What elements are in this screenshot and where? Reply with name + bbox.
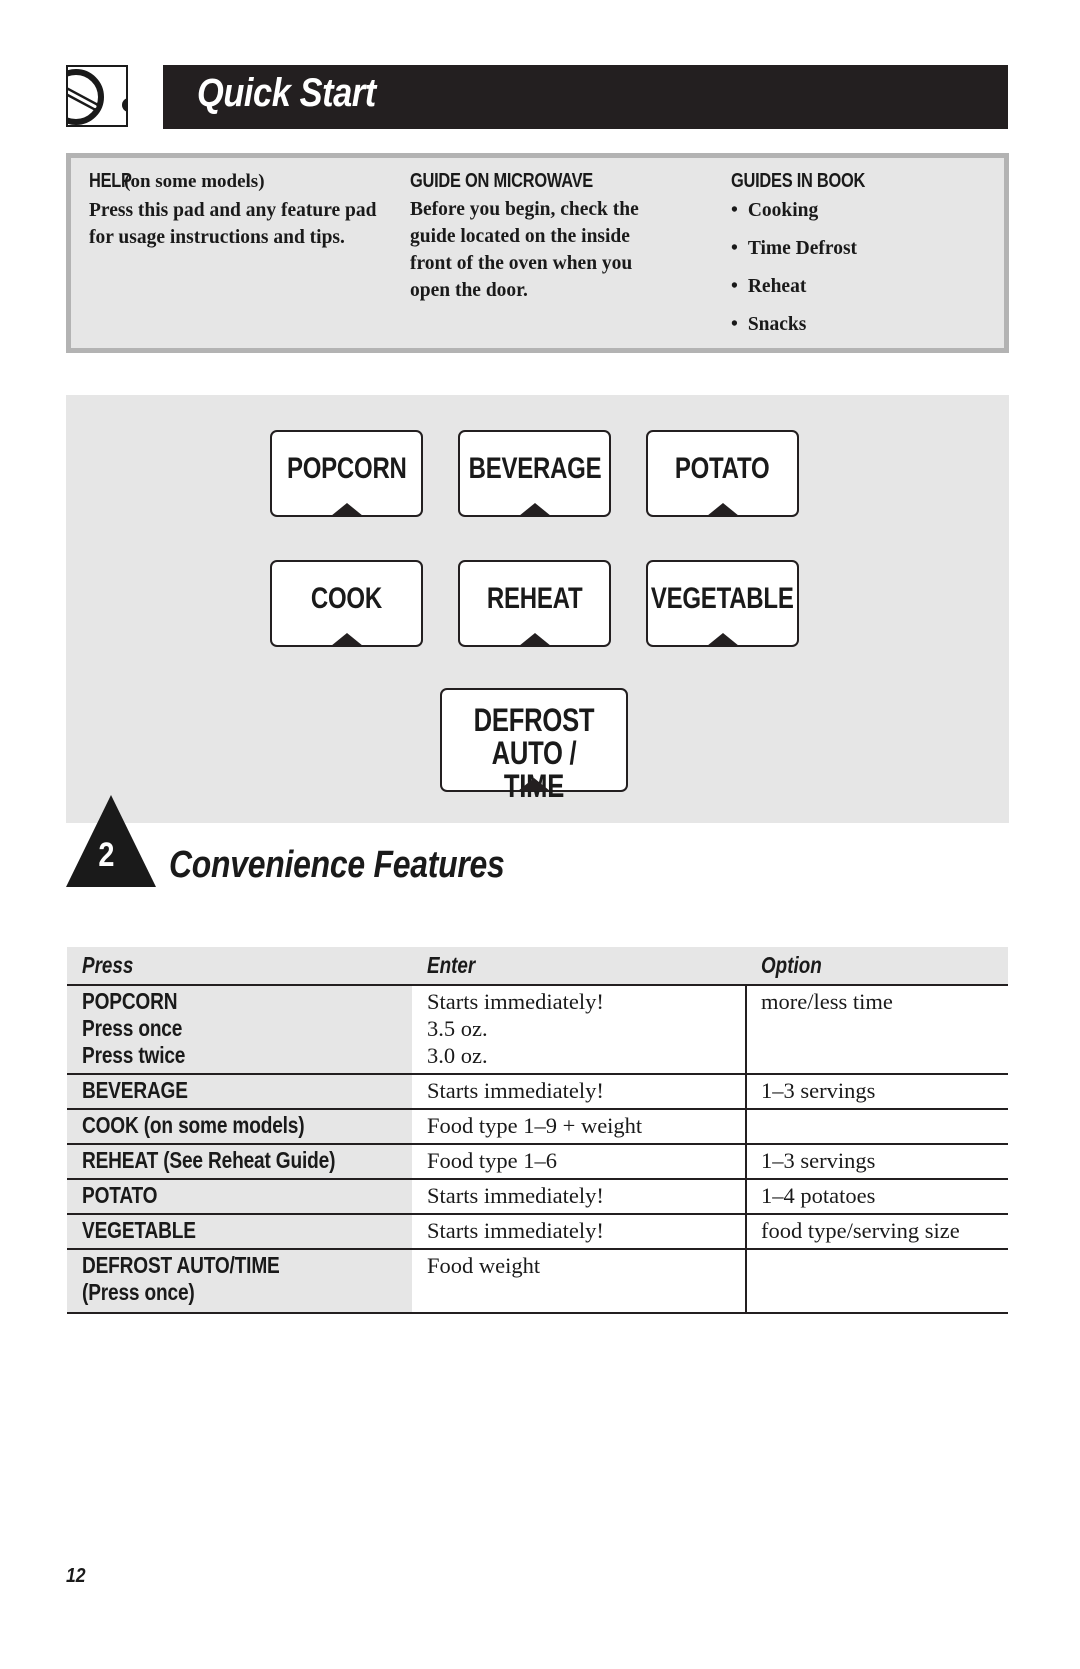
option-cell: 1–4 potatoes xyxy=(746,1179,1008,1215)
guides-in-book-heading: GUIDES IN BOOK xyxy=(731,170,866,192)
table-row: REHEAT (See Reheat Guide) Food type 1–6 … xyxy=(67,1144,1008,1180)
key-indicator-icon xyxy=(518,778,550,791)
option-cell xyxy=(746,1109,1008,1145)
enter-cell: Starts immediately! 3.5 oz. 3.0 oz. xyxy=(412,985,747,1075)
help-body: Press this pad and any feature pad for u… xyxy=(89,200,377,248)
key-indicator-icon xyxy=(706,633,739,646)
list-item: Cooking xyxy=(731,192,1001,230)
key-indicator-icon xyxy=(706,503,739,516)
guides-in-book-section: GUIDES IN BOOK Cooking Time Defrost Rehe… xyxy=(731,166,1001,344)
table-row: POPCORN Press once Press twice Starts im… xyxy=(67,985,1008,1075)
potato-key[interactable]: POTATO xyxy=(646,430,799,517)
help-heading: HELP xyxy=(89,170,132,192)
key-indicator-icon xyxy=(518,503,551,516)
option-cell xyxy=(746,1249,1008,1314)
press-cell: COOK (on some models) xyxy=(67,1109,412,1145)
column-header-option: Option xyxy=(746,947,1008,986)
help-heading-note: (on some models) xyxy=(124,171,265,192)
list-item: Snacks xyxy=(731,306,1001,344)
help-section: HELP (on some models) Press this pad and… xyxy=(89,166,389,251)
press-cell: DEFROST AUTO/TIME (Press once) xyxy=(67,1249,412,1314)
guide-on-microwave-body: Before you begin, check the guide locate… xyxy=(410,199,639,301)
guides-in-book-list: Cooking Time Defrost Reheat Snacks xyxy=(731,192,1001,344)
option-cell: 1–3 servings xyxy=(746,1074,1008,1110)
press-cell: POTATO xyxy=(67,1179,412,1215)
defrost-auto-time-key[interactable]: DEFROST AUTO / TIME xyxy=(440,688,628,803)
popcorn-key[interactable]: POPCORN xyxy=(270,430,423,517)
press-cell: REHEAT (See Reheat Guide) xyxy=(67,1144,412,1180)
option-cell: food type/serving size xyxy=(746,1214,1008,1250)
convenience-features-table: Press Enter Option POPCORN Press once Pr… xyxy=(67,947,1008,1314)
reheat-key[interactable]: REHEAT xyxy=(458,560,611,647)
table-header-row: Press Enter Option xyxy=(67,947,1008,986)
option-cell: 1–3 servings xyxy=(746,1144,1008,1180)
table-row: VEGETABLE Starts immediately! food type/… xyxy=(67,1214,1008,1250)
info-box: HELP (on some models) Press this pad and… xyxy=(66,153,1009,353)
key-indicator-icon xyxy=(330,503,363,516)
key-indicator-icon xyxy=(330,633,363,646)
keypad-panel: POPCORN BEVERAGE POTATO COOK REHEAT VEGE… xyxy=(66,395,1009,823)
key-label-line1: DEFROST xyxy=(473,702,595,738)
enter-cell: Food type 1–9 + weight xyxy=(412,1109,747,1145)
vegetable-key[interactable]: VEGETABLE xyxy=(646,560,799,647)
press-cell: VEGETABLE xyxy=(67,1214,412,1250)
page-number: 12 xyxy=(66,1565,86,1587)
enter-cell: Food type 1–6 xyxy=(412,1144,747,1180)
table-row: DEFROST AUTO/TIME (Press once) Food weig… xyxy=(67,1249,1008,1314)
page-title-bar: Quick Start xyxy=(163,65,1008,129)
key-label: COOK xyxy=(310,582,383,615)
beverage-key[interactable]: BEVERAGE xyxy=(458,430,611,517)
key-label: BEVERAGE xyxy=(468,452,601,485)
table-row: BEVERAGE Starts immediately! 1–3 serving… xyxy=(67,1074,1008,1110)
key-label-line2: AUTO / TIME xyxy=(491,735,577,804)
key-label: POPCORN xyxy=(286,452,407,485)
key-label: POTATO xyxy=(675,452,770,485)
option-cell: more/less time xyxy=(746,985,1008,1075)
section-number: 2 xyxy=(98,836,115,874)
page-title: Quick Start xyxy=(197,71,376,115)
enter-cell: Starts immediately! xyxy=(412,1074,747,1110)
guide-on-microwave-heading: GUIDE ON MICROWAVE xyxy=(410,170,593,192)
enter-cell: Starts immediately! xyxy=(412,1214,747,1250)
dial-knob-icon xyxy=(66,65,128,127)
enter-cell: Food weight xyxy=(412,1249,747,1314)
table-row: POTATO Starts immediately! 1–4 potatoes xyxy=(67,1179,1008,1215)
column-header-press: Press xyxy=(67,947,412,986)
table-row: COOK (on some models) Food type 1–9 + we… xyxy=(67,1109,1008,1145)
press-cell: POPCORN Press once Press twice xyxy=(67,985,412,1075)
enter-cell: Starts immediately! xyxy=(412,1179,747,1215)
column-header-enter: Enter xyxy=(412,947,746,986)
guide-on-microwave-section: GUIDE ON MICROWAVE Before you begin, che… xyxy=(410,166,710,304)
key-label: VEGETABLE xyxy=(651,582,794,615)
key-indicator-icon xyxy=(518,633,551,646)
section-title: Convenience Features xyxy=(169,844,505,886)
key-label: REHEAT xyxy=(486,582,583,615)
cook-key[interactable]: COOK xyxy=(270,560,423,647)
list-item: Time Defrost xyxy=(731,230,1001,268)
list-item: Reheat xyxy=(731,268,1001,306)
press-cell: BEVERAGE xyxy=(67,1074,412,1110)
